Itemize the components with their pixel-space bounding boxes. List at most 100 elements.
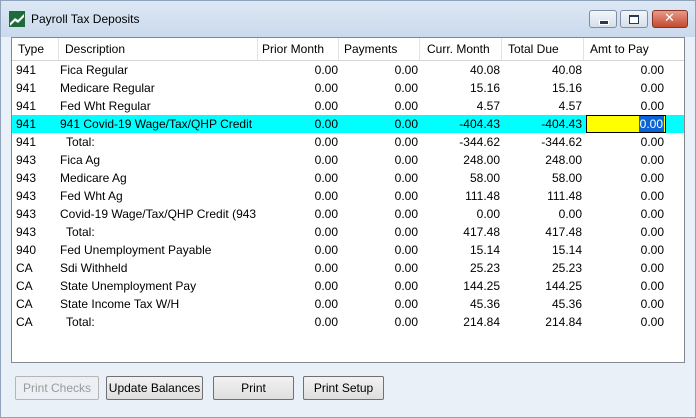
cell-description[interactable]: Medicare Ag: [60, 169, 258, 187]
cell-curr-month[interactable]: 0.00: [420, 205, 500, 223]
table-row[interactable]: 943 Fed Wht Ag 0.00 0.00 111.48 111.48 0.00: [12, 187, 684, 205]
table-row[interactable]: 943 Fica Ag 0.00 0.00 248.00 248.00 0.00: [12, 151, 684, 169]
cell-amt-to-pay[interactable]: 0.00: [584, 151, 664, 169]
cell-prior-month[interactable]: 0.00: [258, 169, 338, 187]
cell-curr-month[interactable]: 417.48: [420, 223, 500, 241]
update-balances-button[interactable]: Update Balances: [106, 376, 203, 400]
cell-total-due[interactable]: 248.00: [502, 151, 582, 169]
cell-payments[interactable]: 0.00: [340, 97, 418, 115]
cell-amt-to-pay[interactable]: 0.00: [584, 169, 664, 187]
cell-prior-month[interactable]: 0.00: [258, 79, 338, 97]
cell-type[interactable]: 941: [16, 115, 60, 133]
minimize-button[interactable]: [589, 10, 617, 28]
cell-prior-month[interactable]: 0.00: [258, 205, 338, 223]
cell-type[interactable]: CA: [16, 295, 60, 313]
column-header-description[interactable]: Description: [59, 38, 258, 60]
table-row[interactable]: 943 Covid-19 Wage/Tax/QHP Credit (943 0.00…: [12, 205, 684, 223]
cell-description[interactable]: Fed Unemployment Payable: [60, 241, 258, 259]
cell-payments[interactable]: 0.00: [340, 313, 418, 331]
cell-payments[interactable]: 0.00: [340, 259, 418, 277]
cell-total-due[interactable]: 58.00: [502, 169, 582, 187]
column-header-prior-month[interactable]: Prior Month: [258, 38, 339, 60]
cell-curr-month[interactable]: 15.16: [420, 79, 500, 97]
cell-curr-month[interactable]: 4.57: [420, 97, 500, 115]
cell-type[interactable]: 940: [16, 241, 60, 259]
table-row[interactable]: CA State Unemployment Pay 0.00 0.00 144.25 14…: [12, 277, 684, 295]
cell-description[interactable]: Fed Wht Ag: [60, 187, 258, 205]
table-row[interactable]: 941 Total: 0.00 0.00 -344.62 -344.62 0.00: [12, 133, 684, 151]
cell-curr-month[interactable]: -344.62: [420, 133, 500, 151]
cell-prior-month[interactable]: 0.00: [258, 61, 338, 79]
table-row[interactable]: 941 941 Covid-19 Wage/Tax/QHP Credit 0.00 0…: [12, 115, 684, 133]
cell-type[interactable]: 941: [16, 133, 60, 151]
cell-type[interactable]: CA: [16, 313, 60, 331]
cell-prior-month[interactable]: 0.00: [258, 187, 338, 205]
cell-total-due[interactable]: 45.36: [502, 295, 582, 313]
cell-payments[interactable]: 0.00: [340, 151, 418, 169]
cell-total-due[interactable]: 417.48: [502, 223, 582, 241]
table-row[interactable]: 940 Fed Unemployment Payable 0.00 0.00 15.14…: [12, 241, 684, 259]
cell-prior-month[interactable]: 0.00: [258, 313, 338, 331]
cell-amt-to-pay[interactable]: 0.00: [584, 313, 664, 331]
column-header-type[interactable]: Type: [12, 38, 59, 60]
cell-total-due[interactable]: 40.08: [502, 61, 582, 79]
table-row[interactable]: 941 Medicare Regular 0.00 0.00 15.16 15.16 0.0…: [12, 79, 684, 97]
cell-description[interactable]: Fed Wht Regular: [60, 97, 258, 115]
cell-total-due[interactable]: 214.84: [502, 313, 582, 331]
cell-type[interactable]: CA: [16, 277, 60, 295]
cell-total-due[interactable]: 144.25: [502, 277, 582, 295]
cell-amt-to-pay[interactable]: 0.00: [584, 133, 664, 151]
cell-total-due[interactable]: 15.14: [502, 241, 582, 259]
column-header-payments[interactable]: Payments: [339, 38, 420, 60]
cell-payments[interactable]: 0.00: [340, 277, 418, 295]
cell-prior-month[interactable]: 0.00: [258, 151, 338, 169]
table-row[interactable]: 941 Fed Wht Regular 0.00 0.00 4.57 4.57 0.00: [12, 97, 684, 115]
cell-curr-month[interactable]: 25.23: [420, 259, 500, 277]
table-row[interactable]: CA Sdi Withheld 0.00 0.00 25.23 25.23 0.00: [12, 259, 684, 277]
print-setup-button[interactable]: Print Setup: [303, 376, 384, 400]
cell-payments[interactable]: 0.00: [340, 133, 418, 151]
cell-total-due[interactable]: 25.23: [502, 259, 582, 277]
cell-curr-month[interactable]: 111.48: [420, 187, 500, 205]
cell-amt-to-pay[interactable]: 0.00: [584, 205, 664, 223]
table-row[interactable]: 943 Total: 0.00 0.00 417.48 417.48 0.00: [12, 223, 684, 241]
cell-curr-month[interactable]: -404.43: [420, 115, 500, 133]
table-row[interactable]: CA State Income Tax W/H 0.00 0.00 45.36 45.36…: [12, 295, 684, 313]
cell-type[interactable]: 943: [16, 169, 60, 187]
cell-type[interactable]: 941: [16, 79, 60, 97]
cell-description[interactable]: State Unemployment Pay: [60, 277, 258, 295]
close-button[interactable]: ✕: [652, 10, 688, 28]
cell-description[interactable]: Covid-19 Wage/Tax/QHP Credit (943: [60, 205, 258, 223]
cell-total-due[interactable]: 111.48: [502, 187, 582, 205]
cell-type[interactable]: 941: [16, 97, 60, 115]
cell-payments[interactable]: 0.00: [340, 61, 418, 79]
cell-total-due[interactable]: 0.00: [502, 205, 582, 223]
cell-description[interactable]: 941 Covid-19 Wage/Tax/QHP Credit: [60, 115, 258, 133]
cell-prior-month[interactable]: 0.00: [258, 97, 338, 115]
cell-description[interactable]: Total:: [60, 223, 258, 241]
cell-curr-month[interactable]: 40.08: [420, 61, 500, 79]
cell-type[interactable]: 943: [16, 187, 60, 205]
title-bar[interactable]: Payroll Tax Deposits ✕: [1, 1, 695, 37]
cell-payments[interactable]: 0.00: [340, 223, 418, 241]
cell-total-due[interactable]: -344.62: [502, 133, 582, 151]
cell-curr-month[interactable]: 248.00: [420, 151, 500, 169]
cell-payments[interactable]: 0.00: [340, 169, 418, 187]
cell-type[interactable]: CA: [16, 259, 60, 277]
cell-total-due[interactable]: 15.16: [502, 79, 582, 97]
cell-amt-to-pay[interactable]: 0.00: [584, 241, 664, 259]
cell-description[interactable]: Total:: [60, 313, 258, 331]
print-button[interactable]: Print: [213, 376, 294, 400]
table-row[interactable]: CA Total: 0.00 0.00 214.84 214.84 0.00: [12, 313, 684, 331]
cell-prior-month[interactable]: 0.00: [258, 241, 338, 259]
cell-type[interactable]: 943: [16, 151, 60, 169]
cell-curr-month[interactable]: 214.84: [420, 313, 500, 331]
cell-prior-month[interactable]: 0.00: [258, 115, 338, 133]
cell-description[interactable]: Fica Regular: [60, 61, 258, 79]
cell-curr-month[interactable]: 58.00: [420, 169, 500, 187]
maximize-button[interactable]: [620, 10, 648, 28]
cell-amt-to-pay[interactable]: 0.00: [584, 223, 664, 241]
cell-payments[interactable]: 0.00: [340, 295, 418, 313]
cell-type[interactable]: 943: [16, 223, 60, 241]
cell-curr-month[interactable]: 15.14: [420, 241, 500, 259]
